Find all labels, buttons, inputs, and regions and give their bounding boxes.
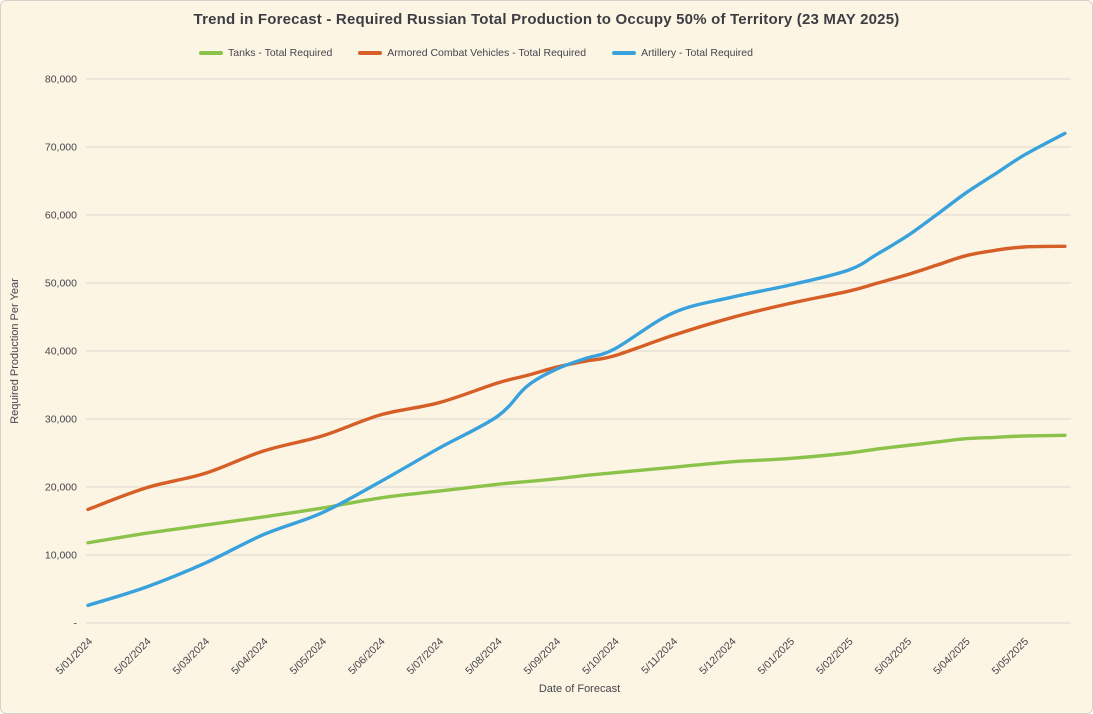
x-tick-label: 5/02/2024 (112, 636, 154, 678)
x-axis-title: Date of Forecast (88, 683, 1071, 695)
x-tick-label: 5/02/2025 (814, 636, 856, 678)
x-tick-label: 5/09/2024 (522, 636, 564, 678)
x-tick-label: 5/03/2025 (873, 636, 915, 678)
chart-frame: Trend in Forecast - Required Russian Tot… (0, 0, 1093, 714)
y-tick-label: 70,000 (45, 142, 77, 154)
series-line-armored (88, 246, 1065, 509)
y-tick-label: 10,000 (45, 550, 77, 562)
x-tick-label: 5/10/2024 (580, 636, 622, 678)
x-tick-label: 5/06/2024 (346, 636, 388, 678)
x-tick-label: 5/12/2024 (697, 636, 739, 678)
y-tick-label: 30,000 (45, 414, 77, 426)
x-tick-label: 5/01/2024 (54, 636, 96, 678)
y-axis-title: Required Production Per Year (9, 251, 21, 451)
x-tick-label: 5/01/2025 (756, 636, 798, 678)
x-tick-label: 5/11/2024 (639, 636, 680, 677)
y-tick-label: 80,000 (45, 74, 77, 86)
y-tick-label: 50,000 (45, 278, 77, 290)
y-tick-label: 20,000 (45, 482, 77, 494)
x-tick-label: 5/03/2024 (171, 636, 213, 678)
x-tick-label: 5/05/2024 (288, 636, 330, 678)
x-tick-label: 5/04/2024 (229, 636, 271, 678)
x-tick-label: 5/04/2025 (931, 636, 973, 678)
y-tick-label: 40,000 (45, 346, 77, 358)
y-tick-label: - (74, 618, 78, 630)
y-tick-label: 60,000 (45, 210, 77, 222)
x-tick-label: 5/07/2024 (405, 636, 447, 678)
x-tick-label: 5/05/2025 (990, 636, 1032, 678)
plot-area: - 10,000 20,000 30,000 40,000 50,000 60,000 70,… (1, 1, 1093, 714)
series-line-tanks (88, 435, 1065, 542)
x-tick-label: 5/08/2024 (463, 636, 505, 678)
series-line-artillery (88, 133, 1065, 605)
